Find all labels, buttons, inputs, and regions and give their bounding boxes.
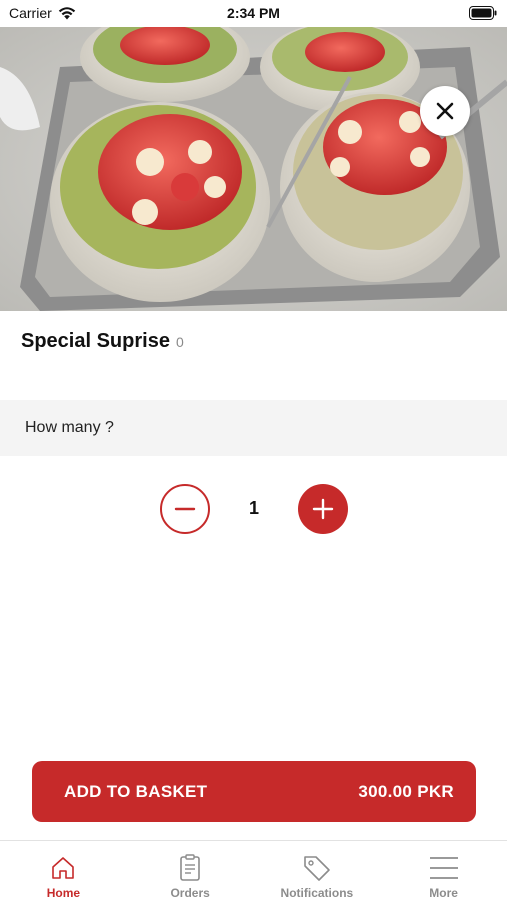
minus-icon	[174, 507, 196, 511]
add-to-basket-button[interactable]: ADD TO BASKET 300.00 PKR	[32, 761, 476, 822]
quantity-section-header: How many ?	[0, 400, 507, 456]
increase-button[interactable]	[298, 484, 348, 534]
quantity-value: 1	[248, 498, 259, 518]
dessert-photo-icon	[0, 27, 507, 311]
tab-notifications[interactable]: Notifications	[254, 841, 381, 900]
tab-orders-label: Orders	[170, 886, 210, 900]
battery-icon	[469, 6, 497, 20]
menu-icon	[429, 853, 459, 883]
close-button[interactable]	[420, 86, 470, 136]
decrease-button[interactable]	[160, 484, 210, 534]
tab-orders[interactable]: Orders	[127, 841, 254, 900]
product-count: 0	[175, 334, 184, 350]
tab-home-label: Home	[46, 886, 81, 900]
home-icon	[48, 853, 78, 883]
tab-more[interactable]: More	[380, 841, 507, 900]
basket-price: 300.00 PKR	[358, 781, 454, 801]
product-header: Special Suprise 0	[21, 330, 184, 353]
tab-more-label: More	[429, 886, 458, 900]
plus-icon	[312, 498, 334, 520]
tag-icon	[302, 853, 332, 883]
quantity-section-label: How many ?	[25, 419, 114, 436]
product-title: Special Suprise	[21, 330, 170, 352]
orders-icon	[175, 853, 205, 883]
tab-notifications-label: Notifications	[280, 886, 354, 900]
tab-bar: Home Orders Notifications More	[0, 840, 507, 900]
add-to-basket-label: ADD TO BASKET	[64, 781, 208, 801]
product-image	[0, 27, 507, 311]
status-bar: Carrier 2:34 PM	[0, 0, 507, 27]
close-icon	[436, 102, 454, 120]
tab-home[interactable]: Home	[0, 841, 127, 900]
clock: 2:34 PM	[227, 5, 280, 21]
quantity-stepper: 1	[160, 484, 348, 534]
